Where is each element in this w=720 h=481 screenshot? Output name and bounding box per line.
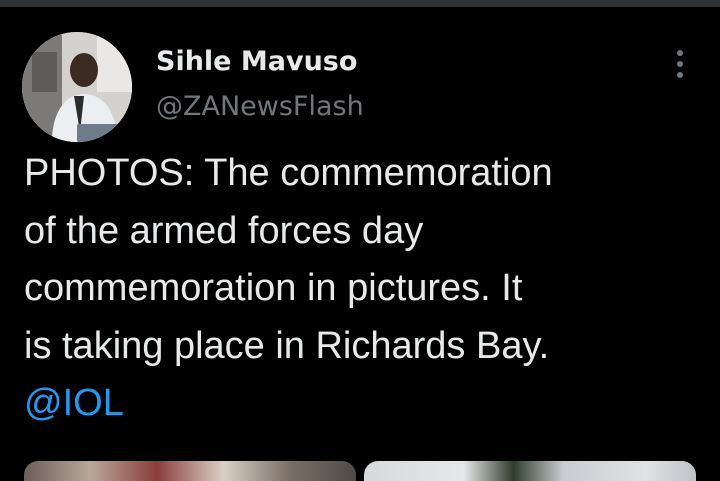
more-options-icon <box>677 50 683 56</box>
top-divider <box>0 0 720 7</box>
tweet-line: is taking place in Richards Bay. <box>24 324 550 367</box>
tweet-line: commemoration in pictures. It <box>24 267 523 309</box>
mention-link[interactable]: @IOL <box>24 375 684 433</box>
author-display-name[interactable]: Sihle Mavuso <box>156 46 357 77</box>
avatar-photo-icon <box>22 32 132 142</box>
tweet-text: PHOTOS: The commemoration of the armed f… <box>24 145 684 433</box>
tweet-photo-2[interactable] <box>364 461 696 481</box>
author-handle[interactable]: @ZANewsFlash <box>156 91 364 122</box>
author-avatar[interactable] <box>22 32 132 142</box>
tweet-line: of the armed forces day <box>24 209 424 252</box>
tweet-line: PHOTOS: The commemoration <box>24 152 553 194</box>
more-options-button[interactable] <box>664 46 696 82</box>
more-options-icon-dot <box>677 61 683 67</box>
tweet-photo-1[interactable] <box>24 461 356 481</box>
more-options-icon-dot <box>677 72 683 78</box>
